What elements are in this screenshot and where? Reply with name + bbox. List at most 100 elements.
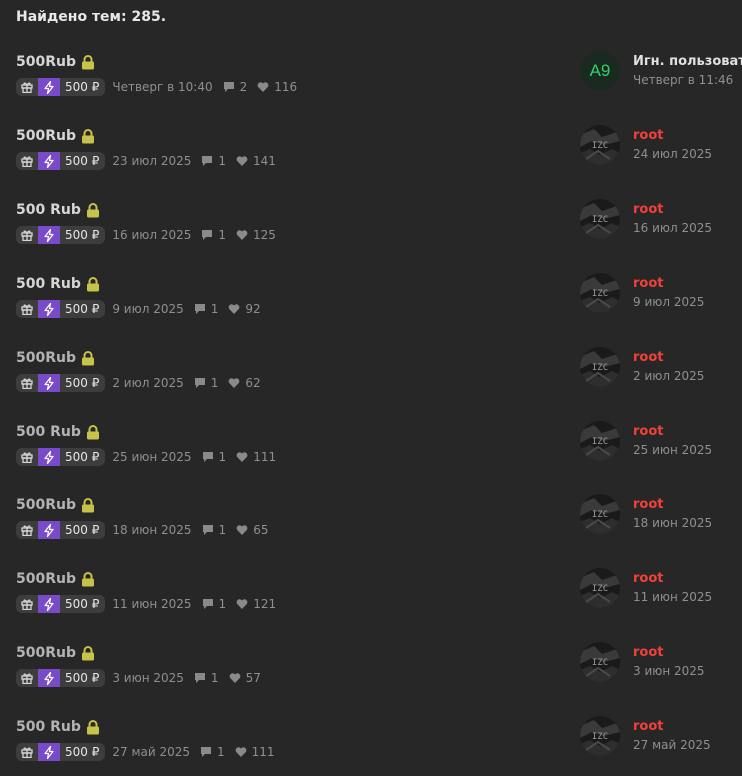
avatar[interactable]: IZC <box>580 421 620 461</box>
gift-icon <box>16 521 38 539</box>
lock-icon <box>86 202 99 217</box>
thread-title: 500Rub <box>16 54 76 70</box>
thread-meta: 500 ₽ 16 июл 2025 1 125 <box>16 226 276 244</box>
avatar[interactable]: A9 <box>580 51 620 91</box>
lock-icon <box>82 571 94 586</box>
last-poster-username[interactable]: root <box>633 497 664 512</box>
thread-title: 500Rub <box>16 497 76 513</box>
lightning-icon <box>38 152 60 170</box>
heart-icon <box>236 452 248 462</box>
comment-icon <box>202 156 213 166</box>
last-poster-username[interactable]: root <box>633 719 664 734</box>
price-badge[interactable]: 500 ₽ <box>16 448 106 466</box>
thread-title-link[interactable]: 500Rub <box>16 497 95 513</box>
last-post-date: 9 июл 2025 <box>633 295 705 309</box>
price-badge[interactable]: 500 ₽ <box>16 743 106 761</box>
thread-meta: 500 ₽ 18 июн 2025 1 65 <box>16 521 268 539</box>
thread-title-link[interactable]: 500 Rub <box>16 276 100 292</box>
avatar-image: IZC <box>580 347 620 387</box>
last-poster-username[interactable]: root <box>633 571 664 586</box>
price-badge[interactable]: 500 ₽ <box>16 669 106 687</box>
price-badge[interactable]: 500 ₽ <box>16 595 106 613</box>
avatar[interactable]: IZC <box>580 273 620 313</box>
last-post-date: Четверг в 11:46 <box>633 73 734 87</box>
price-badge[interactable]: 500 ₽ <box>16 300 106 318</box>
likes-count: 65 <box>253 523 269 537</box>
comment-icon <box>201 747 212 757</box>
avatar[interactable]: IZC <box>580 199 620 239</box>
avatar[interactable]: IZC <box>580 347 620 387</box>
thread-title-link[interactable]: 500Rub <box>16 571 95 587</box>
replies-count: 1 <box>217 745 225 759</box>
last-poster-username[interactable]: root <box>633 128 664 143</box>
likes-count: 121 <box>253 597 277 611</box>
thread-title: 500Rub <box>16 645 76 661</box>
lightning-icon <box>38 226 60 244</box>
thread-title-link[interactable]: 500Rub <box>16 128 95 144</box>
thread-title-link[interactable]: 500 Rub <box>16 424 100 440</box>
avatar-text: IZC <box>592 732 608 742</box>
comment-icon <box>223 82 234 92</box>
thread-title: 500 Rub <box>16 202 81 218</box>
last-poster-username[interactable]: root <box>633 202 664 217</box>
last-post-date: 2 июл 2025 <box>633 369 705 383</box>
thread-title-link[interactable]: 500 Rub <box>16 202 100 218</box>
heart-icon <box>235 747 247 757</box>
last-poster-username[interactable]: root <box>633 424 664 439</box>
thread-row: 500 Rub <box>0 421 742 498</box>
lightning-icon <box>38 300 60 318</box>
price-badge[interactable]: 500 ₽ <box>16 374 106 392</box>
price-badge[interactable]: 500 ₽ <box>16 78 106 96</box>
last-poster-username[interactable]: root <box>633 276 664 291</box>
price-badge[interactable]: 500 ₽ <box>16 152 106 170</box>
last-post-date: 3 июн 2025 <box>633 664 705 678</box>
thread-date: 11 июн 2025 <box>112 597 192 611</box>
thread-title: 500 Rub <box>16 424 81 440</box>
gift-icon <box>16 595 38 613</box>
avatar[interactable]: IZC <box>580 568 620 608</box>
last-post-date: 11 июн 2025 <box>633 590 713 604</box>
lightning-icon <box>38 78 60 96</box>
lock-icon <box>82 54 94 69</box>
heart-icon <box>229 378 240 388</box>
thread-title-link[interactable]: 500Rub <box>16 350 95 366</box>
lightning-icon <box>38 521 60 539</box>
thread-title: 500Rub <box>16 571 76 587</box>
thread-date: Четверг в 10:40 <box>112 80 213 94</box>
replies-count: 1 <box>218 597 227 611</box>
last-poster-username[interactable]: Игн. пользовате <box>633 54 742 69</box>
gift-icon <box>16 374 38 392</box>
thread-date: 2 июл 2025 <box>112 376 184 390</box>
gift-icon <box>16 743 38 761</box>
avatar-image: IZC <box>580 273 620 313</box>
last-post-date: 27 май 2025 <box>633 738 711 752</box>
avatar[interactable]: IZC <box>580 125 620 165</box>
thread-meta: 500 ₽ Четверг в 10:40 2 116 <box>16 78 297 96</box>
lock-icon <box>82 645 94 660</box>
likes-count: 62 <box>245 376 261 390</box>
avatar-image: IZC <box>580 642 620 682</box>
price-label: 500 ₽ <box>65 450 100 464</box>
avatar[interactable]: IZC <box>580 716 620 756</box>
price-label: 500 ₽ <box>65 154 100 168</box>
thread-title-link[interactable]: 500Rub <box>16 645 95 661</box>
avatar[interactable]: IZC <box>580 494 620 534</box>
thread-date: 25 июн 2025 <box>112 450 192 464</box>
last-poster-username[interactable]: root <box>633 350 664 365</box>
thread-meta: 500 ₽ 27 май 2025 1 111 <box>16 743 275 761</box>
last-poster-username[interactable]: root <box>633 645 664 660</box>
price-badge[interactable]: 500 ₽ <box>16 226 106 244</box>
avatar[interactable]: IZC <box>580 642 620 682</box>
avatar-image: IZC <box>580 125 620 165</box>
heart-icon <box>236 156 248 166</box>
avatar-image: IZC <box>580 421 620 461</box>
price-badge[interactable]: 500 ₽ <box>16 521 106 539</box>
thread-title-link[interactable]: 500Rub <box>16 54 95 70</box>
likes-count: 125 <box>253 228 276 242</box>
price-label: 500 ₽ <box>65 523 100 537</box>
likes-count: 57 <box>245 671 261 685</box>
thread-title-link[interactable]: 500 Rub <box>16 719 100 735</box>
results-count: Найдено тем: 285. <box>16 9 167 25</box>
price-label: 500 ₽ <box>65 80 100 94</box>
comment-icon <box>194 378 205 388</box>
